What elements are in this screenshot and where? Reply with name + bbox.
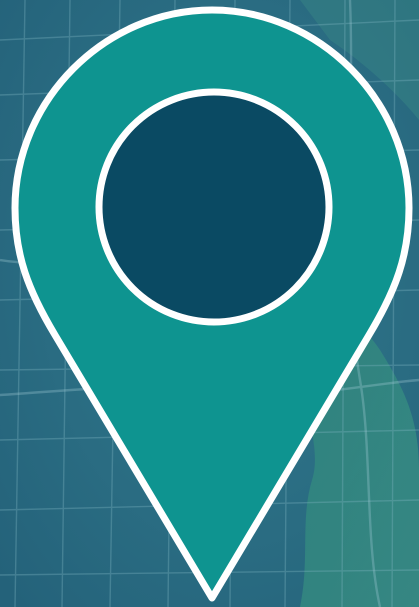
map-background xyxy=(0,0,419,607)
pin-center-dot xyxy=(95,88,333,326)
map-pin-graphic xyxy=(0,0,419,607)
